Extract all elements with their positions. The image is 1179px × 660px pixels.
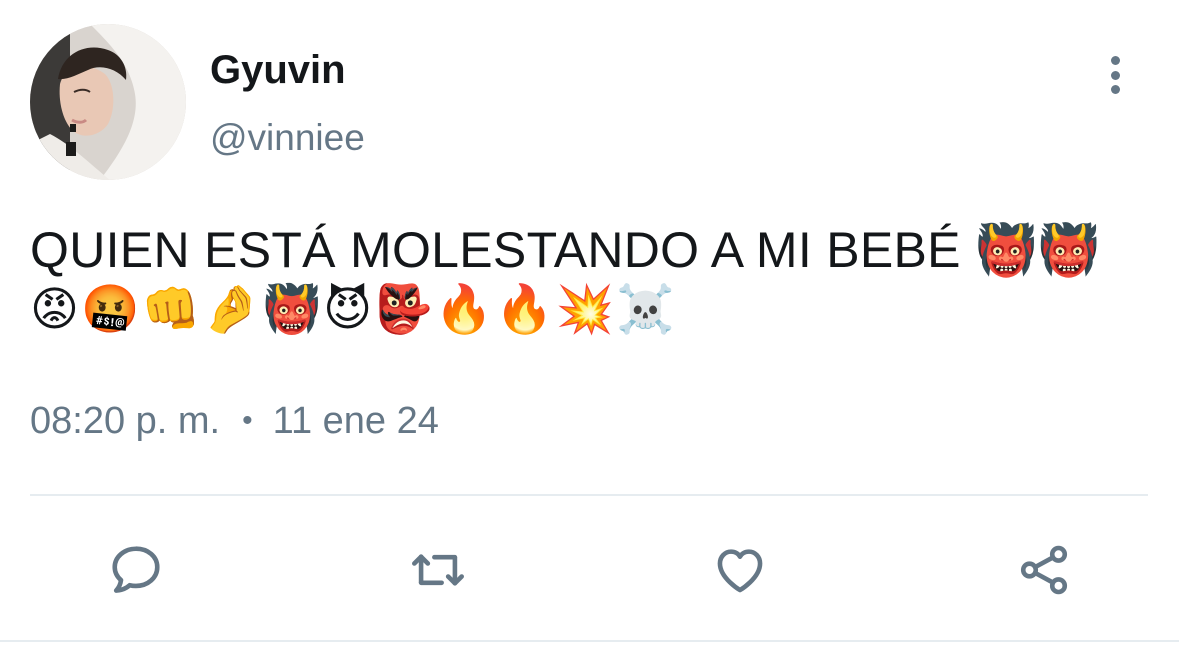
like-icon bbox=[717, 549, 763, 593]
share-button[interactable] bbox=[1014, 540, 1074, 600]
user-handle[interactable]: @vinniee bbox=[210, 114, 365, 162]
reply-icon bbox=[112, 546, 160, 593]
retweet-icon bbox=[412, 554, 464, 586]
meta-separator: • bbox=[242, 404, 253, 437]
tweet-timestamp[interactable]: 08:20 p. m. • 11 ene 24 bbox=[30, 396, 439, 446]
more-options-icon-dot bbox=[1110, 70, 1120, 80]
avatar-photo bbox=[30, 24, 186, 180]
more-options-button[interactable] bbox=[1094, 52, 1136, 98]
more-options-icon-dot bbox=[1110, 85, 1120, 94]
display-name[interactable]: Gyuvin bbox=[210, 44, 346, 96]
tweet-card: Gyuvin @vinniee QUIEN ESTÁ MOLESTANDO A … bbox=[0, 0, 1179, 660]
retweet-button[interactable] bbox=[408, 540, 468, 600]
tweet-date: 11 ene 24 bbox=[272, 400, 439, 442]
tweet-text-line: QUIEN ESTÁ MOLESTANDO A MI BEBÉ 👹👹 bbox=[30, 222, 1101, 278]
more-options-icon bbox=[1110, 56, 1120, 65]
tweet-time: 08:20 p. m. bbox=[30, 400, 221, 442]
tweet-text: QUIEN ESTÁ MOLESTANDO A MI BEBÉ 👹👹 😡🤬👊🤌👹… bbox=[30, 220, 1130, 340]
reply-button[interactable] bbox=[106, 540, 166, 600]
bottom-divider bbox=[0, 640, 1179, 642]
divider bbox=[30, 494, 1148, 496]
like-button[interactable] bbox=[710, 540, 770, 600]
tweet-emoji-line: 😡🤬👊🤌👹😈👺🔥🔥💥☠️ bbox=[30, 282, 677, 337]
share-icon bbox=[1020, 545, 1068, 595]
avatar[interactable] bbox=[30, 24, 186, 180]
